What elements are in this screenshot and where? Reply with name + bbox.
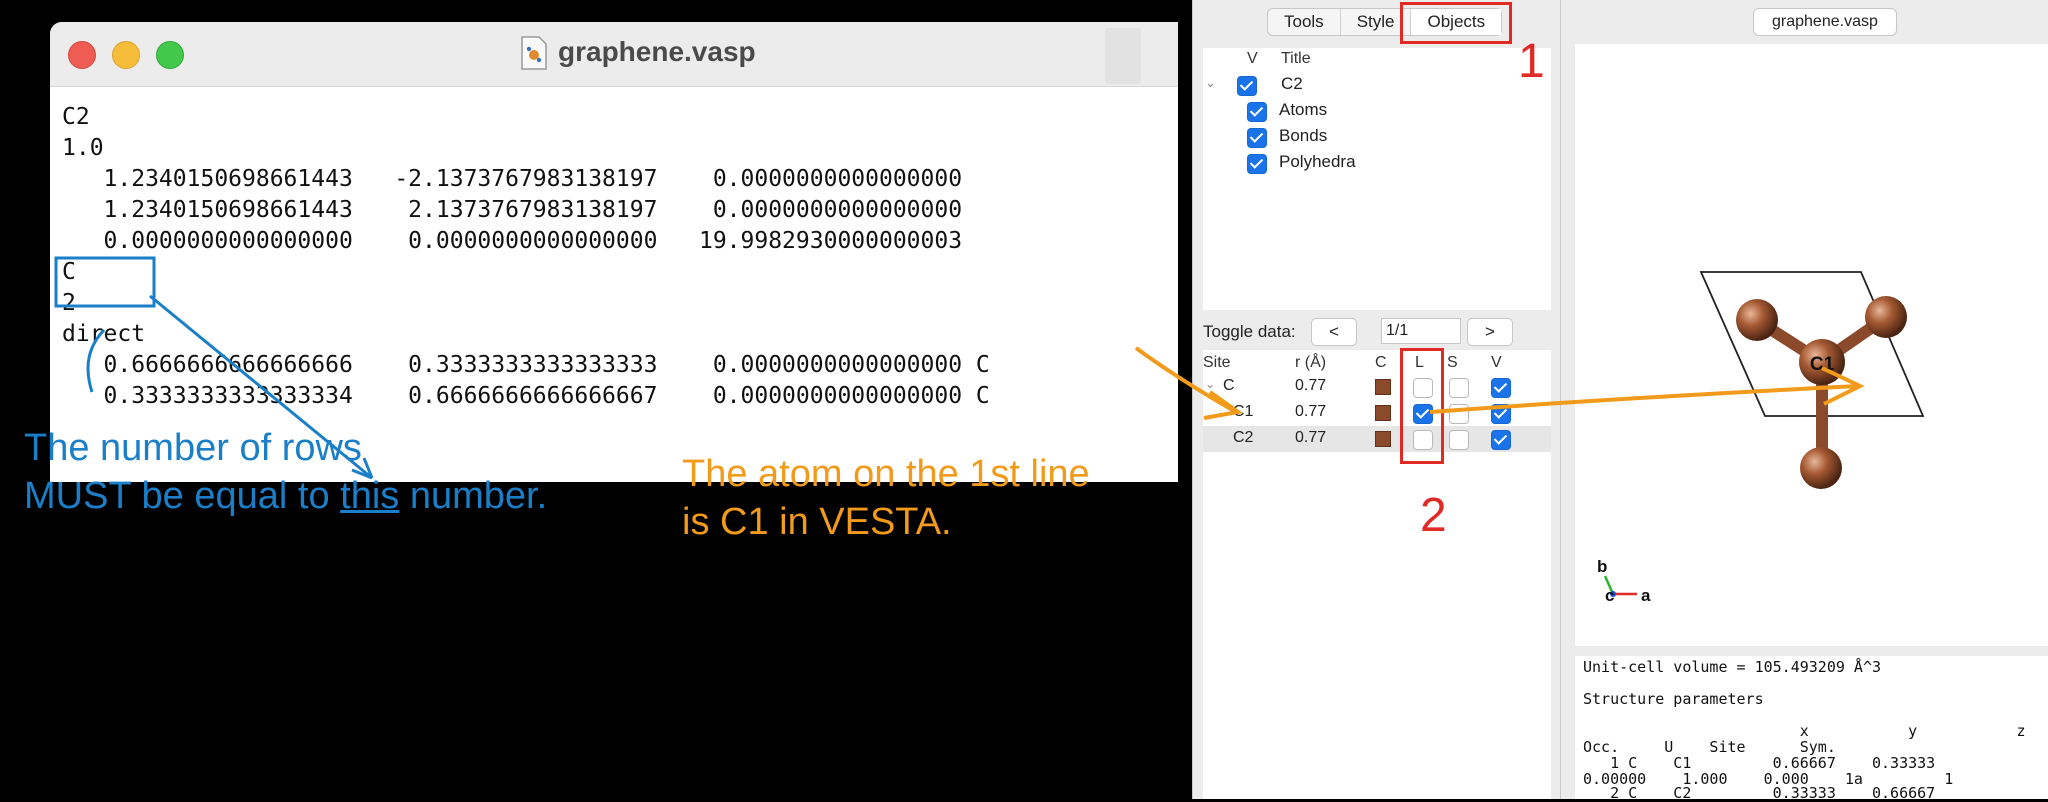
blue-bracket [86, 328, 106, 393]
orange-arrow [1134, 346, 1237, 414]
orange-arrow [1429, 384, 1859, 414]
blue-arrow [149, 294, 373, 480]
blue-highlight-box [54, 256, 156, 308]
annotation-overlay [54, 256, 1865, 480]
